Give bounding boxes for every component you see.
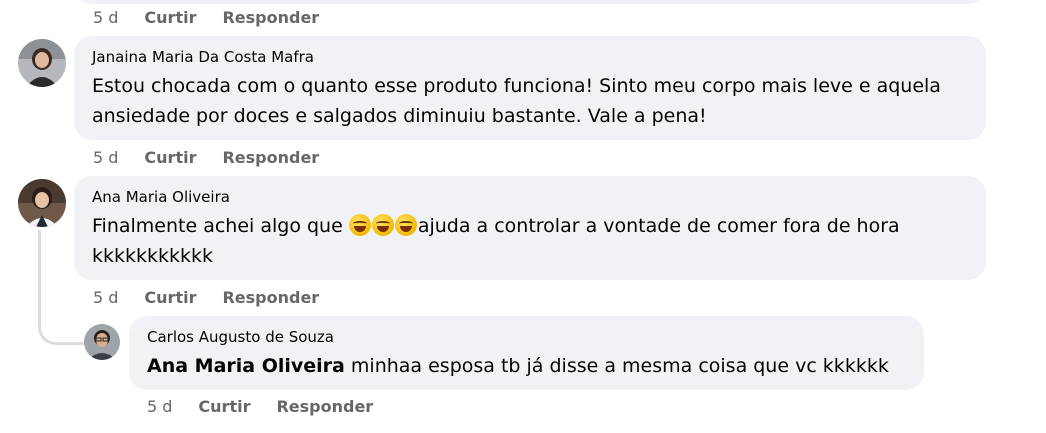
comment-actions: 5 d Curtir Responder	[93, 146, 345, 168]
like-button[interactable]: Curtir	[144, 8, 196, 27]
reply-bubble: Carlos Augusto de Souza Ana Maria Olivei…	[129, 316, 924, 390]
comment-author[interactable]: Janaina Maria Da Costa Mafra	[92, 47, 968, 67]
comment-text: Ana Maria Oliveira minhaa esposa tb já d…	[147, 355, 889, 377]
comment-text: Finalmente achei algo que ajuda a contro…	[92, 214, 900, 267]
comment-actions: 5 d Curtir Responder	[93, 6, 345, 28]
comment-author[interactable]: Ana Maria Oliveira	[92, 187, 968, 207]
previous-comment-bubble	[74, 0, 986, 4]
comment-bubble: Janaina Maria Da Costa Mafra Estou choca…	[74, 36, 986, 140]
like-button[interactable]: Curtir	[198, 397, 250, 416]
grinning-sweat-emoji-icon	[394, 214, 417, 236]
like-button[interactable]: Curtir	[144, 148, 196, 167]
reply-button[interactable]: Responder	[222, 288, 319, 307]
mention-link[interactable]: Ana Maria Oliveira	[147, 355, 345, 377]
comment-text: Estou chocada com o quanto esse produto …	[92, 75, 941, 127]
comment-actions: 5 d Curtir Responder	[93, 286, 345, 308]
avatar[interactable]	[18, 179, 66, 227]
timestamp[interactable]: 5 d	[93, 288, 118, 307]
avatar[interactable]	[18, 39, 66, 87]
reply-button[interactable]: Responder	[222, 8, 319, 27]
timestamp[interactable]: 5 d	[147, 397, 172, 416]
comment-bubble: Ana Maria Oliveira Finalmente achei algo…	[74, 176, 986, 280]
avatar[interactable]	[84, 324, 120, 360]
comment-author[interactable]: Carlos Augusto de Souza	[147, 327, 906, 347]
reply-button[interactable]: Responder	[276, 397, 373, 416]
grinning-sweat-emoji-icon	[348, 214, 371, 236]
reply-button[interactable]: Responder	[222, 148, 319, 167]
timestamp[interactable]: 5 d	[93, 8, 118, 27]
comment-actions: 5 d Curtir Responder	[147, 395, 399, 417]
grinning-sweat-emoji-icon	[371, 214, 394, 236]
timestamp[interactable]: 5 d	[93, 148, 118, 167]
like-button[interactable]: Curtir	[144, 288, 196, 307]
